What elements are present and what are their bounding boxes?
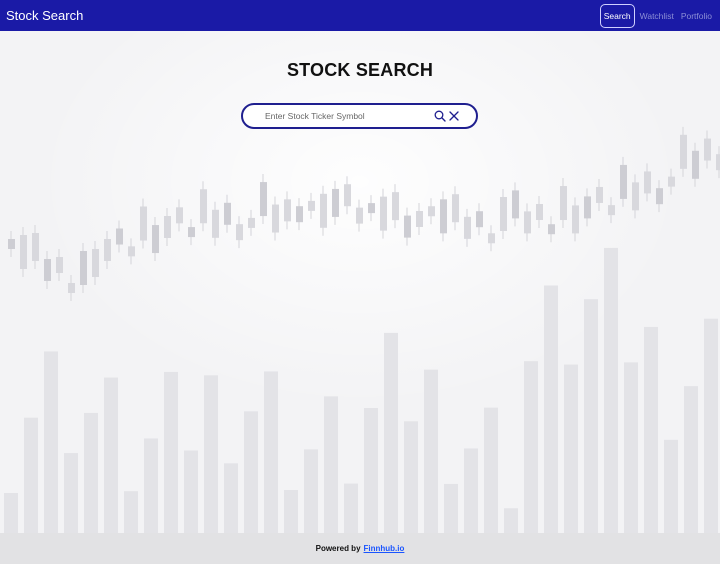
- page-title: STOCK SEARCH: [286, 60, 434, 80]
- nav-links: Search Watchlist Portfolio: [599, 3, 714, 28]
- search-bar: [241, 103, 478, 129]
- footer: Powered by Finnhub.io: [0, 533, 720, 564]
- finnhub-link[interactable]: Finnhub.io: [364, 544, 405, 553]
- search-input[interactable]: [265, 107, 425, 125]
- brand-title[interactable]: Stock Search: [6, 8, 83, 23]
- nav-link-watchlist[interactable]: Watchlist: [638, 8, 676, 24]
- navbar: Stock Search Search Watchlist Portfolio: [0, 0, 720, 31]
- clear-icon[interactable]: [447, 109, 461, 123]
- search-icon[interactable]: [433, 109, 447, 123]
- footer-text: Powered by: [315, 544, 361, 553]
- nav-link-search[interactable]: Search: [599, 3, 635, 28]
- nav-link-portfolio[interactable]: Portfolio: [679, 8, 714, 24]
